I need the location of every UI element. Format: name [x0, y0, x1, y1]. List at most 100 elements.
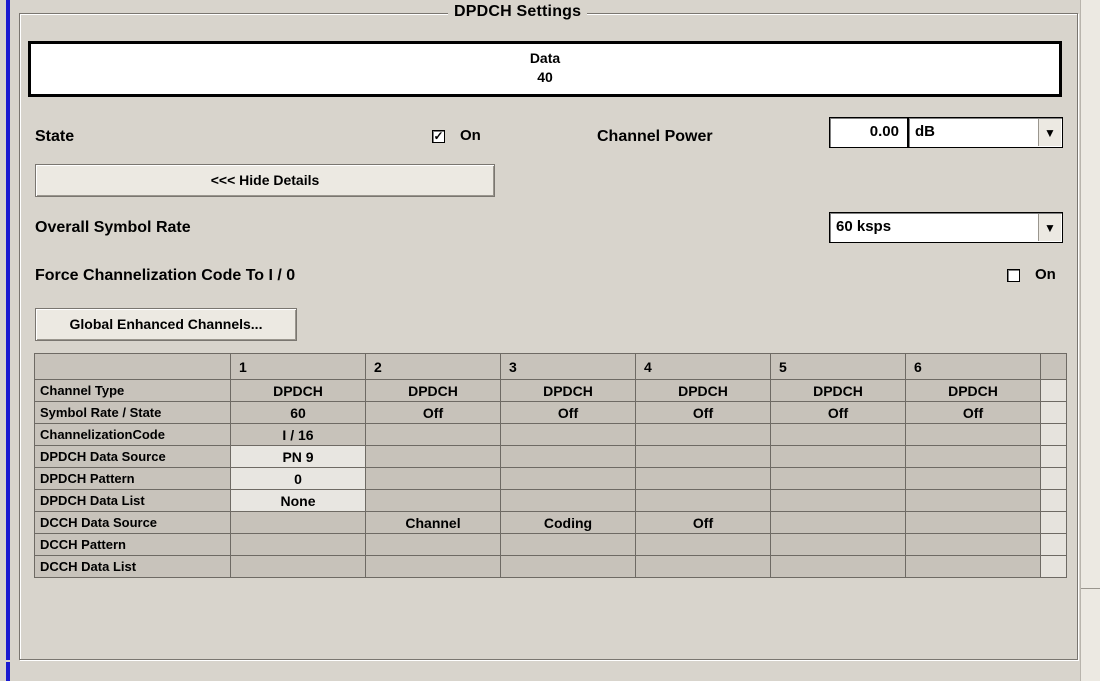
table-cell[interactable]: Off — [905, 401, 1041, 424]
table-cell[interactable]: DPDCH — [500, 379, 636, 402]
table-cell[interactable]: Off — [770, 401, 906, 424]
table-cell[interactable] — [770, 445, 906, 468]
channel-power-unit-select[interactable]: dB ▼ — [908, 117, 1063, 148]
table-cell[interactable] — [770, 467, 906, 490]
table-cell[interactable] — [770, 423, 906, 446]
state-checkbox[interactable]: ✓ — [432, 130, 445, 143]
table-cell[interactable]: Off — [500, 401, 636, 424]
table-cell[interactable] — [635, 533, 771, 556]
hide-details-button[interactable]: <<< Hide Details — [35, 164, 495, 197]
overall-symbol-rate-value: 60 ksps — [836, 218, 892, 235]
table-cell[interactable] — [770, 511, 906, 534]
table-scrollbar[interactable] — [1040, 379, 1067, 402]
table-row: Symbol Rate / State 60 Off Off Off Off O… — [34, 401, 1067, 424]
overall-symbol-rate-select[interactable]: 60 ksps ▼ — [829, 212, 1063, 243]
table-scrollbar[interactable] — [1040, 555, 1067, 578]
table-cell[interactable] — [905, 555, 1041, 578]
right-pane — [1080, 0, 1100, 681]
table-cell[interactable]: DPDCH — [635, 379, 771, 402]
table-cell[interactable] — [770, 533, 906, 556]
table-row: DCCH Data Source Channel Coding Off — [34, 511, 1067, 534]
table-cell[interactable]: DPDCH — [905, 379, 1041, 402]
table-cell[interactable] — [365, 533, 501, 556]
table-cell[interactable] — [635, 445, 771, 468]
chevron-down-icon[interactable]: ▼ — [1038, 119, 1061, 146]
table-scrollbar[interactable] — [1040, 511, 1067, 534]
table-cell[interactable] — [500, 423, 636, 446]
row-label: ChannelizationCode — [34, 423, 231, 446]
chevron-down-icon[interactable]: ▼ — [1038, 214, 1061, 241]
row-label: DCCH Data Source — [34, 511, 231, 534]
force-channelization-checkbox[interactable] — [1007, 269, 1020, 282]
table-scrollbar[interactable] — [1040, 533, 1067, 556]
table-cell[interactable] — [500, 467, 636, 490]
data-label: Data — [529, 50, 561, 66]
table-cell[interactable] — [905, 489, 1041, 512]
table-row: DPDCH Data List None — [34, 489, 1067, 512]
table-cell[interactable] — [500, 489, 636, 512]
table-cell[interactable] — [770, 555, 906, 578]
state-label: State — [35, 128, 75, 145]
column-header: 2 — [365, 353, 501, 380]
table-cell[interactable] — [635, 489, 771, 512]
table-header-row: 1 2 3 4 5 6 — [34, 353, 1067, 380]
table-cell[interactable] — [365, 423, 501, 446]
table-cell[interactable] — [635, 423, 771, 446]
column-header: 1 — [230, 353, 366, 380]
table-scrollbar[interactable] — [1040, 489, 1067, 512]
table-cell[interactable] — [500, 533, 636, 556]
table-cell[interactable]: None — [230, 489, 366, 512]
table-cell[interactable] — [905, 423, 1041, 446]
table-cell[interactable] — [365, 555, 501, 578]
table-cell[interactable]: DPDCH — [230, 379, 366, 402]
table-cell[interactable] — [500, 445, 636, 468]
left-border — [0, 0, 10, 681]
table-cell[interactable]: 60 — [230, 401, 366, 424]
row-label: DPDCH Data List — [34, 489, 231, 512]
row-label: Symbol Rate / State — [34, 401, 231, 424]
table-cell[interactable] — [500, 555, 636, 578]
channel-power-input[interactable]: 0.00 — [829, 117, 908, 148]
table-cell[interactable] — [905, 533, 1041, 556]
table-cell[interactable] — [230, 533, 366, 556]
table-cell[interactable]: Off — [635, 401, 771, 424]
overall-symbol-rate-label: Overall Symbol Rate — [35, 219, 191, 236]
table-cell[interactable] — [365, 445, 501, 468]
table-row: DPDCH Data Source PN 9 — [34, 445, 1067, 468]
table-cell[interactable] — [905, 511, 1041, 534]
table-cell[interactable]: Channel — [365, 511, 501, 534]
table-scrollbar[interactable] — [1040, 423, 1067, 446]
column-header: 3 — [500, 353, 636, 380]
table-cell[interactable]: DPDCH — [365, 379, 501, 402]
table-cell[interactable]: 0 — [230, 467, 366, 490]
table-scrollbar[interactable] — [1040, 467, 1067, 490]
table-cell[interactable] — [230, 511, 366, 534]
data-value: 40 — [537, 69, 553, 85]
table-cell[interactable]: Off — [635, 511, 771, 534]
table-scrollbar[interactable] — [1040, 401, 1067, 424]
table-cell[interactable] — [905, 445, 1041, 468]
table-cell[interactable] — [635, 467, 771, 490]
table-cell[interactable] — [635, 555, 771, 578]
group-title: DPDCH Settings — [448, 3, 588, 21]
table-row: DCCH Data List — [34, 555, 1067, 578]
table-row: ChannelizationCode I / 16 — [34, 423, 1067, 446]
data-display: Data 40 — [28, 41, 1062, 97]
channel-power-label: Channel Power — [597, 128, 713, 145]
channel-power-unit-value: dB — [915, 123, 935, 140]
row-label: DPDCH Data Source — [34, 445, 231, 468]
table-cell[interactable]: Off — [365, 401, 501, 424]
table-scrollbar[interactable] — [1040, 445, 1067, 468]
table-scrollbar[interactable] — [1040, 353, 1067, 380]
table-cell[interactable]: Coding — [500, 511, 636, 534]
table-cell[interactable]: I / 16 — [230, 423, 366, 446]
table-cell[interactable] — [365, 467, 501, 490]
table-cell[interactable] — [905, 467, 1041, 490]
table-corner — [34, 353, 231, 380]
table-cell[interactable] — [365, 489, 501, 512]
global-enhanced-channels-button[interactable]: Global Enhanced Channels... — [35, 308, 297, 341]
table-cell[interactable] — [770, 489, 906, 512]
table-cell[interactable]: PN 9 — [230, 445, 366, 468]
table-cell[interactable]: DPDCH — [770, 379, 906, 402]
table-cell[interactable] — [230, 555, 366, 578]
